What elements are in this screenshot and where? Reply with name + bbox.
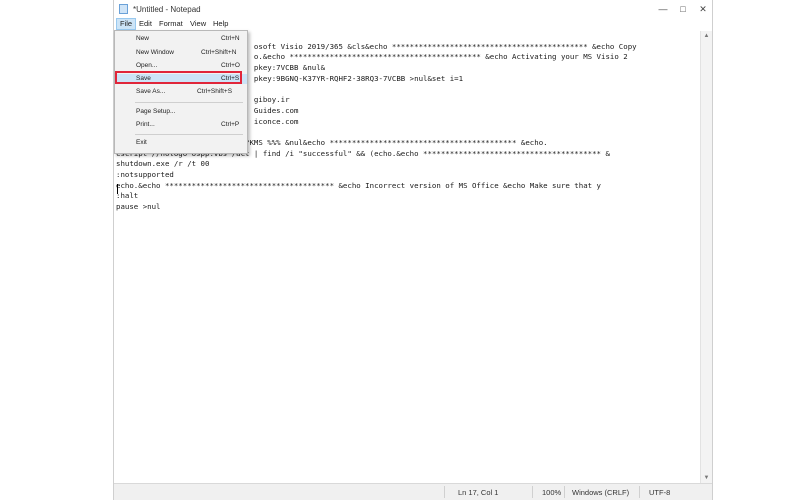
- close-button[interactable]: ✕: [696, 2, 710, 16]
- title-bar[interactable]: *Untitled - Notepad — □ ✕: [114, 0, 712, 18]
- menu-item-label: New Window: [136, 49, 174, 56]
- vertical-scrollbar[interactable]: ▲ ▼: [700, 31, 712, 483]
- menu-item-open[interactable]: Open... Ctrl+O: [115, 61, 247, 71]
- menu-item-label: New: [136, 35, 150, 42]
- menu-bar: File Edit Format View Help: [114, 18, 712, 30]
- editor-line: :notsupported: [116, 169, 174, 179]
- menu-item-label: Page Setup...: [136, 108, 176, 115]
- menu-item-label: Exit: [136, 139, 147, 146]
- cursor-position: Ln 17, Col 1: [458, 488, 499, 497]
- menu-item-print[interactable]: Print... Ctrl+P: [115, 120, 247, 130]
- scroll-up-icon[interactable]: ▲: [701, 31, 712, 41]
- menu-item-label: Save As...: [136, 88, 166, 95]
- file-menu-dropdown: New Ctrl+N New Window Ctrl+Shift+N Open.…: [114, 30, 248, 154]
- editor-line: shutdown.exe /r /t 00: [116, 159, 210, 169]
- menu-item-new[interactable]: New Ctrl+N: [115, 34, 247, 44]
- menu-help[interactable]: Help: [210, 19, 231, 29]
- menu-edit[interactable]: Edit: [136, 19, 155, 29]
- zoom-level: 100%: [542, 488, 562, 497]
- editor-line: echo.&echo *****************************…: [116, 180, 601, 190]
- save-highlight-box: [115, 71, 242, 84]
- menu-item-new-window[interactable]: New Window Ctrl+Shift+N: [115, 48, 247, 58]
- menu-format[interactable]: Format: [156, 19, 186, 29]
- menu-item-shortcut: Ctrl+Shift+S: [197, 88, 233, 95]
- status-divider: [639, 486, 640, 498]
- editor-line: pause >nul: [116, 202, 161, 211]
- notepad-icon: [119, 4, 128, 14]
- status-divider: [532, 486, 533, 498]
- menu-item-save-as[interactable]: Save As... Ctrl+Shift+S: [115, 87, 247, 97]
- menu-item-shortcut: Ctrl+O: [221, 62, 240, 69]
- maximize-button[interactable]: □: [676, 2, 690, 16]
- status-divider: [444, 486, 445, 498]
- menu-item-label: Open...: [136, 62, 158, 69]
- menu-separator: [135, 134, 243, 135]
- minimize-button[interactable]: —: [656, 2, 670, 16]
- menu-item-shortcut: Ctrl+Shift+N: [201, 49, 237, 56]
- menu-separator: [135, 102, 243, 103]
- menu-item-shortcut: Ctrl+P: [221, 121, 240, 128]
- editor-line: :halt: [116, 191, 139, 201]
- menu-file[interactable]: File: [116, 18, 137, 30]
- text-caret: [117, 184, 118, 194]
- status-divider: [564, 486, 565, 498]
- encoding: UTF-8: [649, 488, 671, 497]
- window-title: *Untitled - Notepad: [133, 5, 201, 14]
- menu-item-exit[interactable]: Exit: [115, 138, 247, 148]
- menu-item-label: Print...: [136, 121, 155, 128]
- menu-item-shortcut: Ctrl+N: [221, 35, 240, 42]
- menu-item-page-setup[interactable]: Page Setup...: [115, 107, 247, 117]
- scroll-down-icon[interactable]: ▼: [701, 473, 712, 483]
- line-ending: Windows (CRLF): [572, 488, 630, 497]
- status-bar: Ln 17, Col 1 100% Windows (CRLF) UTF-8: [114, 483, 712, 500]
- menu-view[interactable]: View: [187, 19, 209, 29]
